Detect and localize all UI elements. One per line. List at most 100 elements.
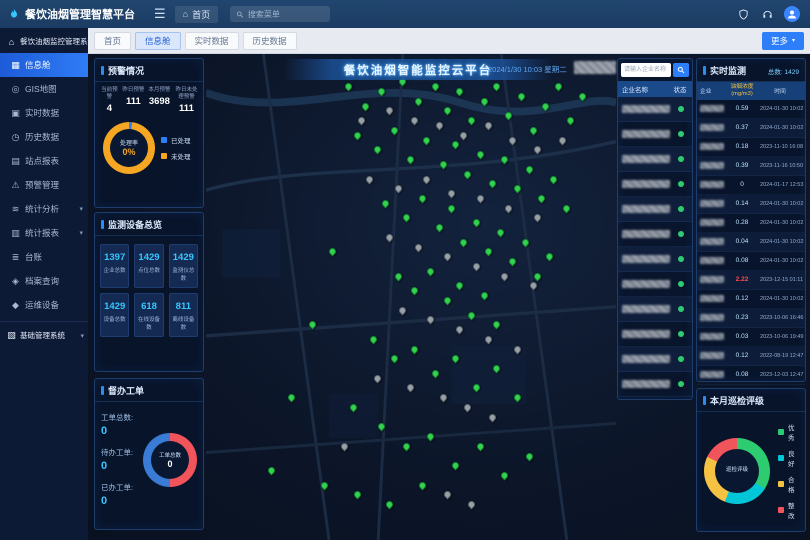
sidebar-item-realtime[interactable]: ▣实时数据 [0, 101, 88, 125]
reading-time: 2024-01-30 10:02 [758, 201, 803, 207]
realtime-total: 总数: 1429 [768, 66, 799, 76]
enterprise-row[interactable] [618, 197, 692, 222]
tab-信息舱[interactable]: 信息舱 [135, 32, 181, 50]
breadcrumb[interactable]: ⌂ 首页 [175, 6, 218, 23]
sidebar-item-label: GIS地图 [25, 83, 57, 95]
enterprise-name-redacted [700, 276, 724, 283]
enterprise-name-redacted [622, 205, 670, 213]
sidebar-item-info[interactable]: ▦信息舱 [0, 53, 88, 77]
device-stat-box[interactable]: 1397 企业总数 [100, 244, 129, 288]
tab-首页[interactable]: 首页 [94, 32, 131, 50]
tab-实时数据[interactable]: 实时数据 [185, 32, 239, 50]
enterprise-search-input[interactable] [621, 63, 671, 77]
device-stat-box[interactable]: 1429监测仪总数 [169, 244, 198, 288]
headset-icon[interactable] [760, 7, 775, 22]
enterprise-row[interactable] [618, 322, 692, 347]
more-button[interactable]: 更多 ▾ [762, 32, 804, 50]
user-avatar[interactable] [784, 6, 800, 22]
device-stat-box[interactable]: 811离线设备数 [169, 293, 198, 337]
reading-time: 2024-01-30 10:02 [758, 106, 803, 112]
device-stat-value: 1429 [136, 252, 161, 263]
workorder-panel-title: 督办工单 [95, 379, 203, 402]
enterprise-row[interactable] [618, 272, 692, 297]
realtime-row[interactable]: 0.082023-12-03 12:47 [697, 366, 805, 385]
enterprise-row[interactable] [618, 347, 692, 372]
enterprise-search-button[interactable] [673, 63, 689, 77]
realtime-row[interactable]: 0.032023-10-06 19:49 [697, 328, 805, 347]
sidebar-item-ledger[interactable]: ≣台账 [0, 245, 88, 269]
enterprise-row[interactable] [618, 122, 692, 147]
enterprise-name-redacted [700, 105, 724, 112]
sidebar-section-base[interactable]: ▧ 基础管理系统 ▾ [0, 321, 88, 347]
realtime-row[interactable]: 0.142024-01-30 10:02 [697, 195, 805, 214]
realtime-row[interactable]: 0.082024-01-30 10:02 [697, 252, 805, 271]
workorder-stat: 已办工单:0 [101, 482, 135, 507]
realtime-row[interactable]: 0.372024-01-30 10:02 [697, 119, 805, 138]
concentration-value: 0.37 [726, 124, 758, 131]
search-input[interactable] [248, 10, 324, 19]
device-stat-label: 企业总数 [102, 266, 127, 274]
sidebar-item-archive-query[interactable]: ◈档案查询 [0, 269, 88, 293]
enterprise-name-redacted [700, 124, 724, 131]
realtime-row[interactable]: 2.222023-12-15 01:11 [697, 271, 805, 290]
legend-swatch [778, 429, 784, 435]
realtime-row[interactable]: 0.042024-01-30 10:02 [697, 233, 805, 252]
rating-body: 巡检评级 优秀良好合格整改 [697, 412, 805, 530]
device-stat-box[interactable]: 1429设备总数 [100, 293, 129, 337]
chevron-down-icon: ▾ [79, 229, 83, 237]
enterprise-name-redacted [700, 371, 724, 378]
status-online-dot [678, 306, 684, 312]
shield-icon[interactable] [736, 7, 751, 22]
device-stat-value: 1397 [102, 252, 127, 263]
realtime-row[interactable]: 0.182023-11-10 16:08 [697, 138, 805, 157]
hamburger-menu-icon[interactable]: ☰ [154, 6, 166, 22]
enterprise-row[interactable] [618, 172, 692, 197]
enterprise-row[interactable] [618, 97, 692, 122]
sidebar-item-ops-device[interactable]: ◆运维设备 [0, 293, 88, 317]
sidebar-item-station-report[interactable]: ▤站点报表 [0, 149, 88, 173]
status-online-dot [678, 356, 684, 362]
dashboard-title: 餐饮油烟智能监控云平台 [344, 62, 493, 78]
device-stats-grid: 1397 企业总数 1429 点位总数 1429监测仪总数 1429设备总数618在线设备… [95, 236, 203, 345]
col-concentration: 油烟浓度(mg/m3) [726, 84, 758, 98]
status-online-dot [678, 331, 684, 337]
device-stat-label: 点位总数 [136, 266, 161, 274]
sidebar-item-stat-analysis[interactable]: ≋统计分析▾ [0, 197, 88, 221]
tab-历史数据[interactable]: 历史数据 [243, 32, 297, 50]
enterprise-row[interactable] [618, 372, 692, 397]
status-online-dot [678, 156, 684, 162]
legend-item: 整改 [778, 500, 798, 520]
sidebar-section-main[interactable]: ⌂ 餐饮油烟监控管理系统 ▴ [0, 28, 88, 53]
realtime-row[interactable]: 0.232023-10-06 16:46 [697, 309, 805, 328]
realtime-row[interactable]: 0.592024-01-30 10:02 [697, 100, 805, 119]
realtime-row[interactable]: 0.392023-11-16 10:50 [697, 157, 805, 176]
enterprise-row[interactable] [618, 222, 692, 247]
enterprise-row[interactable] [618, 297, 692, 322]
enterprise-row[interactable] [618, 247, 692, 272]
app-title: 餐饮油烟管理智慧平台 [25, 6, 135, 22]
enterprise-name-redacted [622, 355, 670, 363]
stat-report-icon: ▥ [10, 228, 21, 239]
realtime-row[interactable]: 02024-01-17 12:53 [697, 176, 805, 195]
device-panel: 监测设备总览 1397企业总数1429点位总数1429监测仪总数1429设备总数… [94, 212, 204, 372]
enterprise-row[interactable] [618, 147, 692, 172]
device-stat-box[interactable]: 1429 点位总数 [134, 244, 163, 288]
reading-time: 2022-08-19 12:47 [758, 353, 803, 359]
chevron-down-icon: ▾ [79, 205, 83, 213]
global-search[interactable] [230, 6, 330, 22]
realtime-row[interactable]: 0.282024-01-30 10:02 [697, 214, 805, 233]
map[interactable] [206, 54, 616, 540]
sidebar-item-gis[interactable]: ◎GIS地图 [0, 77, 88, 101]
realtime-panel-header: 实时监测 总数: 1429 [697, 59, 805, 82]
sidebar-item-history[interactable]: ◷历史数据 [0, 125, 88, 149]
tab-label: 首页 [104, 35, 121, 47]
realtime-row[interactable]: 0.122022-08-19 12:47 [697, 347, 805, 366]
sidebar-item-stat-report[interactable]: ▥统计报表▾ [0, 221, 88, 245]
device-stat-box[interactable]: 618在线设备数 [134, 293, 163, 337]
sidebar-item-warning-mgmt[interactable]: ⚠预警管理 [0, 173, 88, 197]
workorder-stat-value: 0 [101, 425, 135, 437]
warning-stat-label: 当前预警 [99, 87, 120, 101]
enterprise-table-header: 企业名称 状态 [618, 81, 692, 97]
realtime-row[interactable]: 0.122024-01-30 10:02 [697, 290, 805, 309]
enterprise-name-redacted [700, 181, 724, 188]
